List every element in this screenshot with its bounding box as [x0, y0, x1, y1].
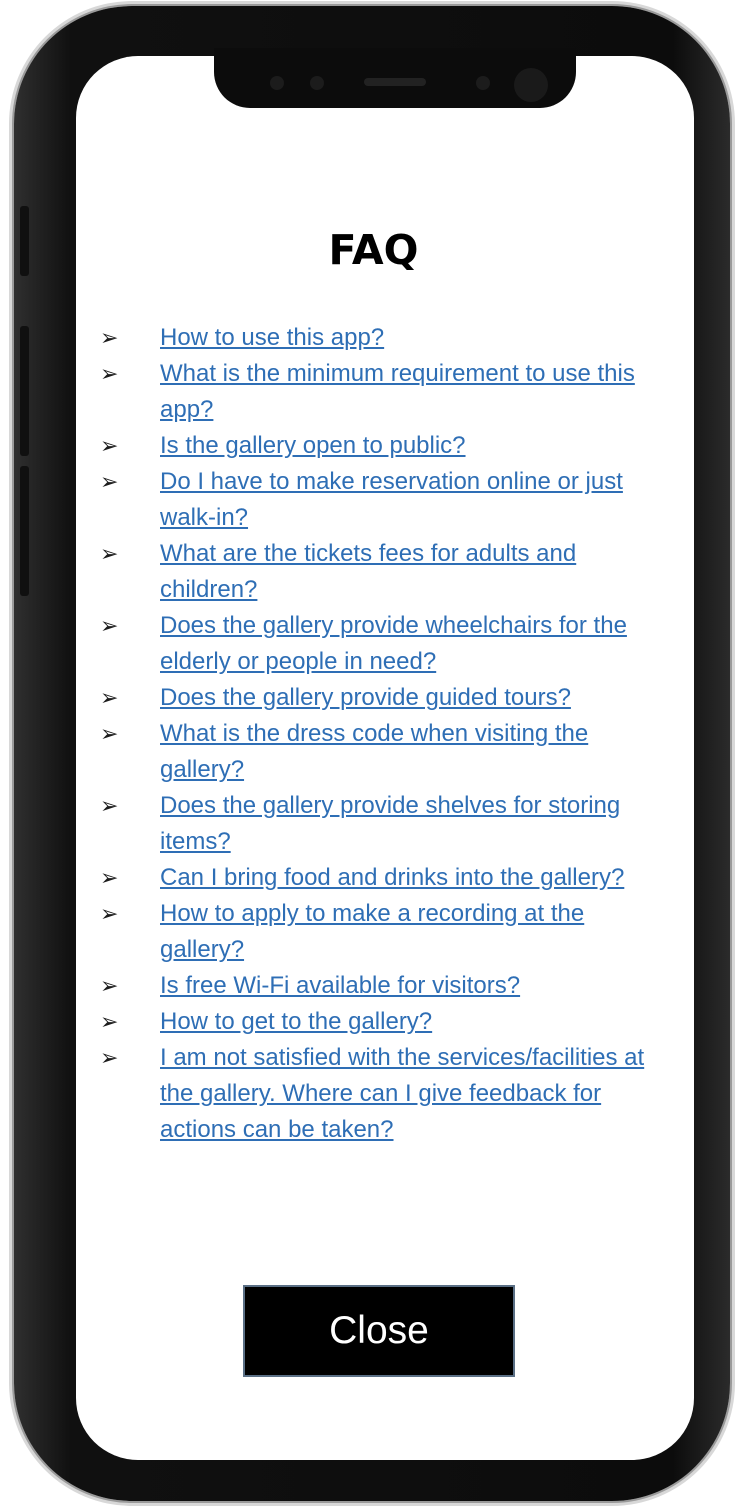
faq-item: ➢ Does the gallery provide guided tours?	[100, 680, 660, 716]
faq-item: ➢ How to get to the gallery?	[100, 1004, 660, 1040]
faq-item: ➢ What is the minimum requirement to use …	[100, 356, 660, 428]
arrow-right-icon: ➢	[100, 901, 119, 926]
faq-link[interactable]: Is free Wi-Fi available for visitors?	[160, 968, 520, 1004]
faq-item: ➢ What are the tickets fees for adults an…	[100, 536, 660, 608]
arrow-right-icon: ➢	[100, 1009, 119, 1034]
arrow-right-icon: ➢	[100, 361, 119, 386]
faq-link[interactable]: Does the gallery provide shelves for sto…	[160, 788, 660, 860]
faq-link[interactable]: How to apply to make a recording at the …	[160, 896, 660, 968]
faq-item: ➢ Does the gallery provide shelves for st…	[100, 788, 660, 860]
arrow-right-icon: ➢	[100, 685, 119, 710]
faq-link[interactable]: Can I bring food and drinks into the gal…	[160, 860, 624, 896]
faq-item: ➢ Do I have to make reservation online or…	[100, 464, 660, 536]
faq-item: ➢ How to use this app?	[100, 320, 660, 356]
faq-link[interactable]: How to use this app?	[160, 320, 384, 356]
faq-link[interactable]: What is the dress code when visiting the…	[160, 716, 660, 788]
page-title: FAQ	[328, 226, 419, 274]
faq-item: ➢ Can I bring food and drinks into the ga…	[100, 860, 660, 896]
faq-link[interactable]: I am not satisfied with the services/fac…	[160, 1040, 660, 1148]
front-camera-icon	[514, 68, 548, 102]
arrow-right-icon: ➢	[100, 433, 119, 458]
arrow-right-icon: ➢	[100, 721, 119, 746]
faq-item: ➢ Is free Wi-Fi available for visitors?	[100, 968, 660, 1004]
arrow-right-icon: ➢	[100, 541, 119, 566]
faq-link[interactable]: Do I have to make reservation online or …	[160, 464, 660, 536]
faq-item: ➢ What is the dress code when visiting th…	[100, 716, 660, 788]
faq-link[interactable]: What is the minimum requirement to use t…	[160, 356, 660, 428]
faq-item: ➢ I am not satisfied with the services/fa…	[100, 1040, 660, 1148]
faq-link[interactable]: Does the gallery provide wheelchairs for…	[160, 608, 660, 680]
speaker-grille	[364, 78, 426, 86]
faq-item: ➢ Does the gallery provide wheelchairs fo…	[100, 608, 660, 680]
arrow-right-icon: ➢	[100, 613, 119, 638]
sensor-dot	[476, 76, 490, 90]
faq-link[interactable]: What are the tickets fees for adults and…	[160, 536, 660, 608]
arrow-right-icon: ➢	[100, 793, 119, 818]
arrow-right-icon: ➢	[100, 1045, 119, 1070]
faq-list: ➢ How to use this app? ➢ What is the minimu…	[100, 320, 660, 1148]
arrow-right-icon: ➢	[100, 865, 119, 890]
arrow-right-icon: ➢	[100, 469, 119, 494]
sensor-dot	[310, 76, 324, 90]
arrow-right-icon: ➢	[100, 325, 119, 350]
arrow-right-icon: ➢	[100, 973, 119, 998]
faq-item: ➢ How to apply to make a recording at the…	[100, 896, 660, 968]
side-button-volume-up	[20, 326, 29, 456]
close-button[interactable]: Close	[243, 1285, 515, 1377]
faq-link[interactable]: Is the gallery open to public?	[160, 428, 466, 464]
faq-link[interactable]: Does the gallery provide guided tours?	[160, 680, 571, 716]
side-button-volume-down	[20, 466, 29, 596]
faq-link[interactable]: How to get to the gallery?	[160, 1004, 432, 1040]
faq-item: ➢ Is the gallery open to public?	[100, 428, 660, 464]
sensor-dot	[270, 76, 284, 90]
notch	[214, 48, 576, 108]
